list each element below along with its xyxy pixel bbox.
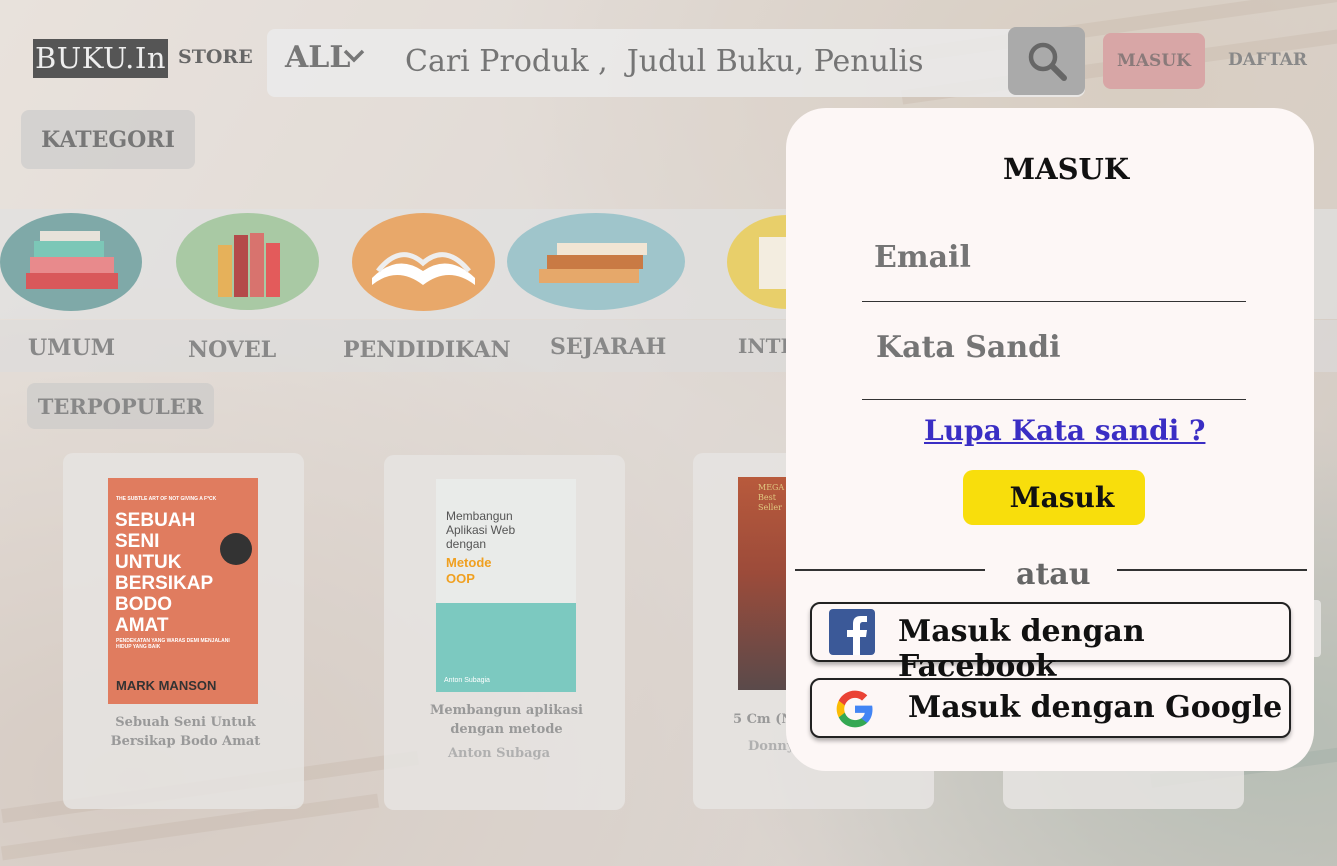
category-label-pendidikan[interactable]: PENDIDIKAN (343, 337, 511, 363)
category-select[interactable]: ALL (285, 40, 350, 75)
google-login-label: Masuk dengan Google (908, 690, 1283, 725)
kategori-button[interactable]: KATEGORI (21, 110, 195, 169)
store-label: STORE (178, 46, 253, 68)
category-label-sejarah[interactable]: SEJARAH (550, 334, 666, 360)
divider-left (795, 569, 985, 571)
book-cover[interactable]: Membangun Aplikasi Web dengan Metode OOP… (436, 479, 576, 692)
book-stack-icon (26, 231, 118, 289)
books-upright-icon (218, 233, 280, 297)
divider-label: atau (1016, 557, 1091, 592)
category-novel[interactable] (176, 213, 319, 310)
login-button[interactable]: MASUK (1103, 33, 1205, 89)
category-pendidikan[interactable] (352, 213, 495, 311)
chevron-down-icon[interactable] (343, 48, 365, 64)
password-field[interactable] (862, 330, 1246, 400)
book-author: Anton Subaga (447, 746, 551, 761)
search-icon (1028, 42, 1067, 81)
category-sejarah[interactable] (507, 213, 685, 310)
book-title[interactable]: Membangun aplikasi dengan metode (424, 701, 589, 739)
google-icon (836, 690, 873, 728)
book-cover[interactable]: THE SUBTLE ART OF NOT GIVING A F*CK SEBU… (108, 478, 258, 704)
terpopuler-heading: TERPOPULER (27, 383, 214, 429)
forgot-password-link[interactable]: Lupa Kata sandi ? (924, 414, 1205, 447)
badge-icon (220, 533, 252, 565)
search-button[interactable] (1008, 27, 1085, 95)
book-card[interactable]: Membangun Aplikasi Web dengan Metode OOP… (384, 455, 625, 810)
email-field[interactable] (862, 240, 1246, 302)
facebook-icon (829, 609, 875, 655)
google-login-button[interactable]: Masuk dengan Google (810, 678, 1291, 738)
password-input[interactable] (876, 330, 1246, 365)
register-button[interactable]: DAFTAR (1228, 50, 1307, 70)
category-umum[interactable] (0, 213, 142, 311)
search-input[interactable] (405, 44, 1005, 79)
facebook-login-label: Masuk dengan Facebook (898, 614, 1145, 684)
book-pile-icon (539, 243, 647, 283)
category-label-umum[interactable]: UMUM (28, 335, 115, 361)
submit-login-button[interactable]: Masuk (963, 470, 1145, 525)
book-title[interactable]: Sebuah Seni Untuk Bersikap Bodo Amat (103, 713, 268, 751)
modal-title: MASUK (1003, 152, 1130, 186)
site-logo[interactable]: BUKU.In (33, 39, 169, 78)
divider-right (1117, 569, 1307, 571)
book-card[interactable]: THE SUBTLE ART OF NOT GIVING A F*CK SEBU… (63, 453, 304, 809)
open-book-icon (372, 252, 475, 285)
email-input[interactable] (874, 240, 1246, 275)
category-label-novel[interactable]: NOVEL (188, 337, 276, 363)
facebook-login-button[interactable]: Masuk dengan Facebook (810, 602, 1291, 684)
